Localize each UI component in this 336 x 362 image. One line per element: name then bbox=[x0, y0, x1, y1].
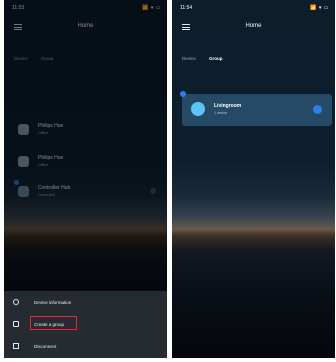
action-sheet: Device information Create a group Discon… bbox=[4, 291, 167, 358]
status-bar: 11:54 📶 ▾ ▭ bbox=[172, 0, 335, 14]
selected-badge-icon bbox=[180, 91, 186, 97]
menu-item-disconnect[interactable]: Disconnect bbox=[4, 336, 167, 356]
tab-group[interactable]: Group bbox=[209, 56, 223, 61]
menu-item-device-information[interactable]: Device information bbox=[4, 292, 167, 312]
menu-item-label: Device information bbox=[34, 300, 72, 305]
menu-item-label: Disconnect bbox=[34, 344, 57, 349]
tab-bar: Device Group bbox=[182, 56, 235, 61]
disconnect-icon bbox=[13, 343, 19, 349]
group-card[interactable]: Livingroom 1 device bbox=[180, 91, 332, 126]
power-icon[interactable] bbox=[313, 105, 322, 114]
group-name: Livingroom bbox=[214, 103, 242, 109]
bulb-icon bbox=[191, 102, 205, 116]
gear-icon bbox=[13, 299, 19, 305]
left-phone-screen: 11:53 📶 ▾ ▭ Home Device Group Philips Hu… bbox=[4, 0, 167, 358]
menu-item-create-group[interactable]: Create a group bbox=[4, 314, 167, 334]
menu-item-label: Create a group bbox=[34, 322, 65, 327]
group-add-icon bbox=[13, 321, 19, 327]
status-time: 11:54 bbox=[180, 5, 193, 11]
page-title: Home bbox=[245, 23, 262, 29]
status-icons: 📶 ▾ ▭ bbox=[310, 5, 329, 11]
right-phone-screen: 11:54 📶 ▾ ▭ Home Device Group Livingroom… bbox=[172, 0, 335, 358]
tab-device[interactable]: Device bbox=[182, 56, 196, 61]
app-bar: Home bbox=[172, 14, 335, 38]
group-device-count: 1 device bbox=[214, 111, 228, 115]
